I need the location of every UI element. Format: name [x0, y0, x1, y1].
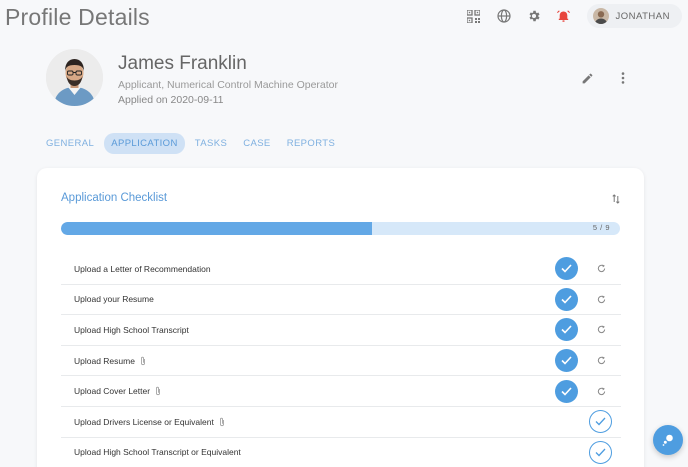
checklist-row[interactable]: Upload a Letter of Recommendation	[61, 254, 621, 285]
checklist-title: Application Checklist	[61, 192, 168, 204]
checklist-row[interactable]: Upload Resume	[61, 346, 621, 377]
progress-count: 5 / 9	[592, 223, 610, 232]
check-complete-icon[interactable]	[555, 287, 578, 311]
checklist-row[interactable]: Upload High School Transcript or Equival…	[61, 438, 621, 467]
reset-icon[interactable]	[596, 263, 607, 274]
assistant-fab-button[interactable]	[653, 425, 683, 455]
checklist-items: Upload a Letter of Recommendation Upload…	[61, 254, 621, 467]
checklist-row[interactable]: Upload your Resume	[61, 285, 621, 316]
checklist-progress-bar: 5 / 9	[61, 222, 620, 235]
reset-icon[interactable]	[596, 324, 607, 335]
reset-icon[interactable]	[596, 294, 607, 305]
check-complete-icon[interactable]	[555, 318, 578, 342]
topbar: JONATHAN	[459, 0, 688, 32]
profile-avatar	[46, 49, 103, 106]
edit-profile-button[interactable]	[578, 69, 596, 87]
reset-icon[interactable]	[596, 386, 607, 397]
user-avatar	[592, 8, 609, 24]
tab-application[interactable]: APPLICATION	[104, 133, 185, 154]
paperclip-icon[interactable]	[140, 356, 146, 366]
progress-fill	[61, 222, 372, 235]
reset-icon[interactable]	[596, 355, 607, 366]
checklist-row[interactable]: Upload Cover Letter	[61, 376, 621, 407]
checklist-item-label: Upload Cover Letter	[74, 386, 151, 397]
paperclip-icon[interactable]	[155, 386, 161, 396]
check-pending-icon[interactable]	[589, 440, 612, 464]
checklist-item-label: Upload your Resume	[74, 294, 154, 305]
pencil-icon	[582, 73, 592, 83]
application-checklist-card: Application Checklist 5 / 9 Upload a Let…	[37, 168, 644, 467]
checklist-row[interactable]: Upload Drivers License or Equivalent	[61, 407, 621, 438]
tab-general[interactable]: GENERAL	[40, 133, 100, 154]
assistant-icon	[662, 434, 673, 446]
user-name: JONATHAN	[615, 10, 670, 22]
checklist-item-label: Upload High School Transcript	[74, 324, 189, 335]
tab-case[interactable]: CASE	[237, 133, 276, 154]
checklist-item-label: Upload Drivers License or Equivalent	[74, 416, 214, 427]
alarm-icon[interactable]	[549, 1, 579, 31]
paperclip-icon[interactable]	[219, 417, 225, 427]
profile-name: James Franklin	[118, 53, 247, 74]
profile-applied-date: Applied on 2020-09-11	[118, 94, 224, 106]
more-options-button[interactable]	[614, 69, 632, 87]
globe-icon[interactable]	[489, 1, 519, 31]
checklist-row[interactable]: Upload High School Transcript	[61, 315, 621, 346]
checklist-item-label: Upload a Letter of Recommendation	[74, 263, 211, 274]
sort-icon[interactable]	[609, 192, 623, 206]
tab-tasks[interactable]: TASKS	[189, 133, 233, 154]
user-menu[interactable]: JONATHAN	[586, 4, 682, 28]
checklist-item-label: Upload High School Transcript or Equival…	[74, 447, 241, 458]
tab-bar: GENERAL APPLICATION TASKS CASE REPORTS	[40, 133, 345, 154]
checklist-item-label: Upload Resume	[74, 355, 135, 366]
check-complete-icon[interactable]	[555, 379, 578, 403]
check-pending-icon[interactable]	[589, 410, 612, 434]
qr-code-icon[interactable]	[459, 1, 489, 31]
tab-reports[interactable]: REPORTS	[281, 133, 342, 154]
gear-icon[interactable]	[519, 1, 549, 31]
check-complete-icon[interactable]	[555, 257, 578, 281]
more-vertical-icon	[621, 72, 625, 84]
check-complete-icon[interactable]	[555, 349, 578, 373]
profile-role: Applicant, Numerical Control Machine Ope…	[118, 79, 339, 91]
page-title: Profile Details	[5, 4, 150, 30]
